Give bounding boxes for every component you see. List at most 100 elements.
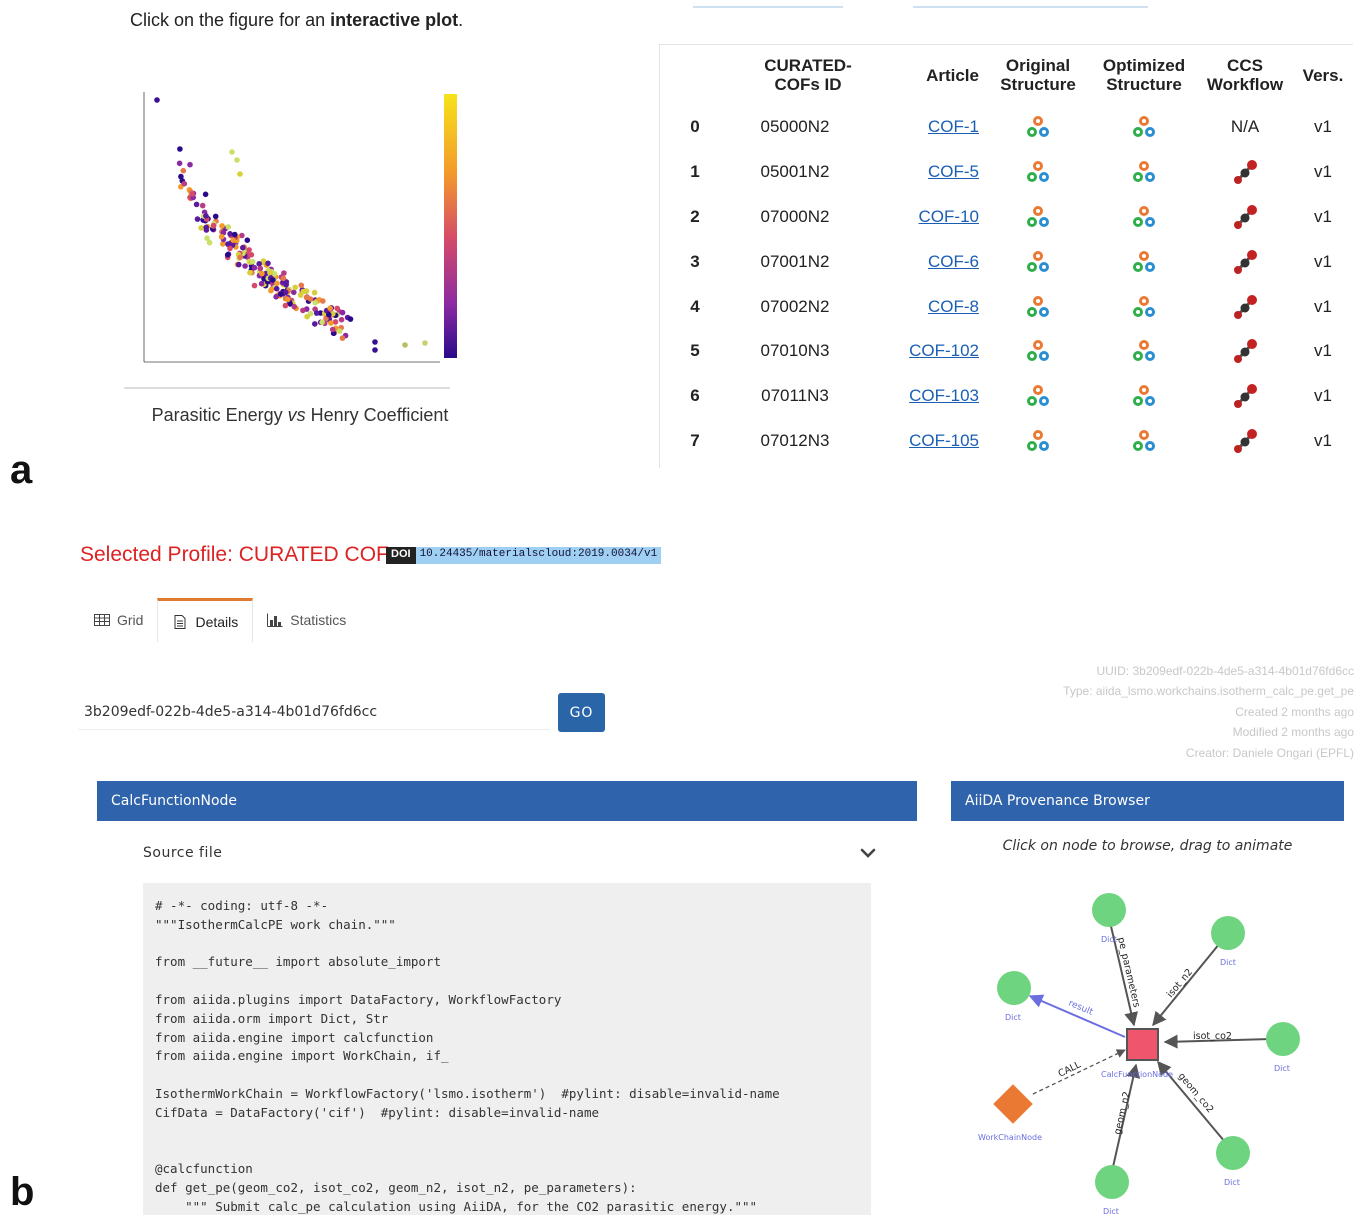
optimized-structure-cell[interactable] xyxy=(1091,329,1197,374)
optimized-structure-cell[interactable] xyxy=(1091,284,1197,329)
optimized-structure-cell[interactable] xyxy=(1091,105,1197,150)
original-structure-cell[interactable] xyxy=(985,329,1091,374)
scatter-point xyxy=(273,285,280,292)
dict-node[interactable] xyxy=(1092,893,1126,927)
aiida-icon[interactable] xyxy=(1025,250,1051,272)
aiida-icon[interactable] xyxy=(1131,429,1157,451)
aiida-icon[interactable] xyxy=(1025,429,1051,451)
scatter-point xyxy=(249,258,256,265)
aiida-icon[interactable] xyxy=(1025,295,1051,317)
aiida-icon[interactable] xyxy=(1025,116,1051,138)
optimized-structure-cell[interactable] xyxy=(1091,150,1197,195)
hint-prefix: Click on the figure for an xyxy=(130,10,331,30)
original-structure-cell[interactable] xyxy=(985,195,1091,240)
workflow-icon[interactable] xyxy=(1232,294,1258,319)
bar-chart-icon xyxy=(267,613,283,627)
original-structure-cell[interactable] xyxy=(985,239,1091,284)
table-row: 4 07002N2 COF-8 v1 xyxy=(660,284,1353,329)
node-label: Dict xyxy=(1005,1013,1021,1022)
workflow-cell[interactable] xyxy=(1197,284,1293,329)
dict-node[interactable] xyxy=(1211,916,1245,950)
workflow-icon[interactable] xyxy=(1232,204,1258,229)
column-header xyxy=(660,45,730,105)
original-structure-cell[interactable] xyxy=(985,105,1091,150)
view-tabs: Grid Details Statistics xyxy=(80,598,360,642)
scatter-point xyxy=(292,284,298,291)
article-link[interactable]: COF-5 xyxy=(928,162,979,181)
aiida-icon[interactable] xyxy=(1131,295,1157,317)
optimized-structure-cell[interactable] xyxy=(1091,239,1197,284)
original-structure-cell[interactable] xyxy=(985,150,1091,195)
optimized-structure-cell[interactable] xyxy=(1091,419,1197,464)
article-cell: COF-103 xyxy=(860,374,985,419)
aiida-icon[interactable] xyxy=(1025,340,1051,362)
tab-statistics[interactable]: Statistics xyxy=(253,598,360,642)
meta-creator: Creator: Daniele Ongari (EPFL) xyxy=(1185,745,1354,760)
scatter-point xyxy=(181,180,188,187)
article-link[interactable]: COF-8 xyxy=(928,297,979,316)
scatter-point xyxy=(242,263,248,269)
optimized-structure-cell[interactable] xyxy=(1091,374,1197,419)
article-cell: COF-5 xyxy=(860,150,985,195)
doi-badge[interactable]: DOI 10.24435/materialscloud:2019.0034/v1 xyxy=(386,547,662,564)
article-link[interactable]: COF-103 xyxy=(909,386,979,405)
workflow-icon[interactable] xyxy=(1232,384,1258,409)
article-link[interactable]: COF-6 xyxy=(928,252,979,271)
article-link[interactable]: COF-105 xyxy=(909,431,979,450)
aiida-icon[interactable] xyxy=(1131,385,1157,407)
scatter-plot-thumbnail[interactable] xyxy=(110,82,470,392)
aiida-icon[interactable] xyxy=(1131,161,1157,183)
scatter-point xyxy=(237,171,243,177)
tab-grid[interactable]: Grid xyxy=(80,598,157,642)
cof-id: 07011N3 xyxy=(761,386,829,406)
scatter-point xyxy=(240,244,246,251)
doi-value[interactable]: 10.24435/materialscloud:2019.0034/v1 xyxy=(415,547,662,564)
dict-node[interactable] xyxy=(1216,1136,1250,1170)
scatter-point xyxy=(283,289,289,296)
aiida-icon[interactable] xyxy=(1131,116,1157,138)
article-link[interactable]: COF-10 xyxy=(919,207,979,226)
go-button[interactable]: GO xyxy=(558,693,605,732)
workflow-icon[interactable] xyxy=(1232,160,1258,185)
aiida-icon[interactable] xyxy=(1131,205,1157,227)
workflow-cell[interactable] xyxy=(1197,329,1293,374)
aiida-icon[interactable] xyxy=(1025,205,1051,227)
article-link[interactable]: COF-1 xyxy=(928,117,979,136)
dict-node[interactable] xyxy=(1266,1022,1300,1056)
aiida-icon[interactable] xyxy=(1025,385,1051,407)
workflow-cell[interactable] xyxy=(1197,239,1293,284)
workflow-icon[interactable] xyxy=(1232,249,1258,274)
dict-node[interactable] xyxy=(997,971,1031,1005)
aiida-icon[interactable] xyxy=(1025,161,1051,183)
workchain-node[interactable] xyxy=(993,1084,1033,1124)
original-structure-cell[interactable] xyxy=(985,374,1091,419)
aiida-icon[interactable] xyxy=(1131,340,1157,362)
workflow-icon[interactable] xyxy=(1232,428,1258,453)
scatter-point xyxy=(204,235,210,241)
optimized-structure-cell[interactable] xyxy=(1091,195,1197,240)
tab-details[interactable]: Details xyxy=(157,598,254,642)
original-structure-cell[interactable] xyxy=(985,284,1091,329)
scatter-point xyxy=(273,294,279,300)
scatter-point xyxy=(326,311,332,318)
chevron-down-icon[interactable] xyxy=(858,843,878,863)
source-code: # -*- coding: utf-8 -*- """IsothermCalcP… xyxy=(155,898,780,1214)
scatter-plot[interactable] xyxy=(110,82,470,392)
workflow-cell[interactable] xyxy=(1197,150,1293,195)
scatter-point xyxy=(178,173,184,180)
version-cell: v1 xyxy=(1314,251,1332,271)
dict-node[interactable] xyxy=(1095,1165,1129,1199)
workflow-cell[interactable] xyxy=(1197,195,1293,240)
row-index: 3 xyxy=(690,251,700,271)
uuid-search-input[interactable] xyxy=(78,694,550,730)
workflow-cell[interactable] xyxy=(1197,374,1293,419)
article-link[interactable]: COF-102 xyxy=(909,341,979,360)
workflow-cell[interactable] xyxy=(1197,419,1293,464)
calc-function-node-header: CalcFunctionNode xyxy=(97,781,917,821)
aiida-icon[interactable] xyxy=(1131,250,1157,272)
original-structure-cell[interactable] xyxy=(985,419,1091,464)
source-file-label[interactable]: Source file xyxy=(143,845,222,861)
provenance-graph[interactable]: pe_parameters isot_n2 isot_co2 geom_co2 … xyxy=(950,870,1350,1215)
calc-function-node[interactable] xyxy=(1126,1028,1159,1061)
workflow-icon[interactable] xyxy=(1232,339,1258,364)
